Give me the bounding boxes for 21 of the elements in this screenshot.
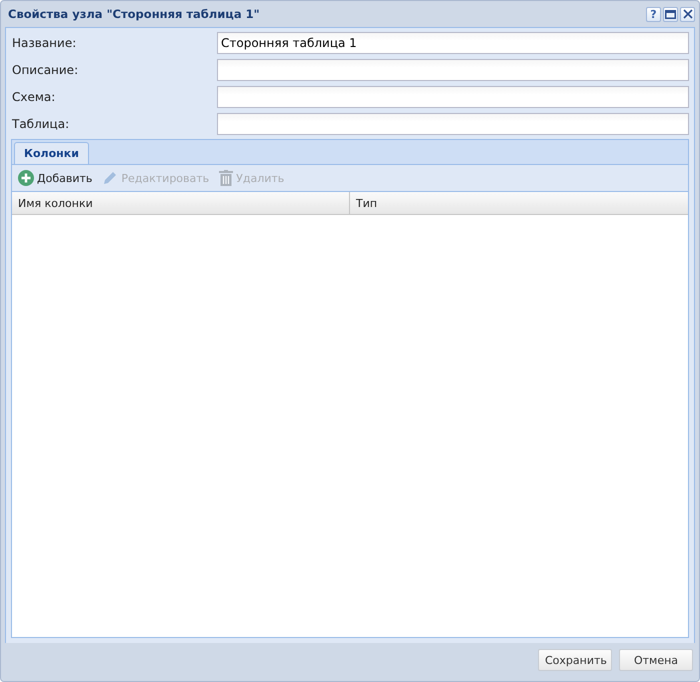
field-label: Таблица: bbox=[12, 117, 70, 131]
window-title: Свойства узла "Сторонняя таблица 1" bbox=[8, 7, 260, 21]
field-label: Описание: bbox=[12, 63, 80, 77]
tab[interactable]: Колонки bbox=[14, 142, 89, 164]
help-button[interactable]: ? bbox=[646, 6, 661, 22]
input-field[interactable] bbox=[217, 113, 689, 135]
plus-icon bbox=[18, 170, 34, 186]
pencil-icon bbox=[102, 170, 118, 186]
maximize-button[interactable] bbox=[663, 6, 678, 22]
column-header[interactable]: Имя колонки bbox=[12, 192, 350, 214]
dialog-button[interactable]: Отмена bbox=[619, 649, 693, 671]
field-label: Название: bbox=[12, 36, 78, 50]
input-field[interactable] bbox=[217, 86, 689, 108]
input-field[interactable] bbox=[217, 59, 689, 81]
field-label: Схема: bbox=[12, 90, 56, 104]
add-button[interactable]: Добавить bbox=[15, 170, 96, 186]
trash-icon bbox=[219, 170, 234, 186]
input-field[interactable]: Сторонняя таблица 1 bbox=[217, 32, 689, 54]
close-button[interactable] bbox=[680, 6, 695, 22]
dialog-button[interactable]: Сохранить bbox=[538, 649, 612, 671]
column-header[interactable]: Тип bbox=[350, 192, 688, 214]
